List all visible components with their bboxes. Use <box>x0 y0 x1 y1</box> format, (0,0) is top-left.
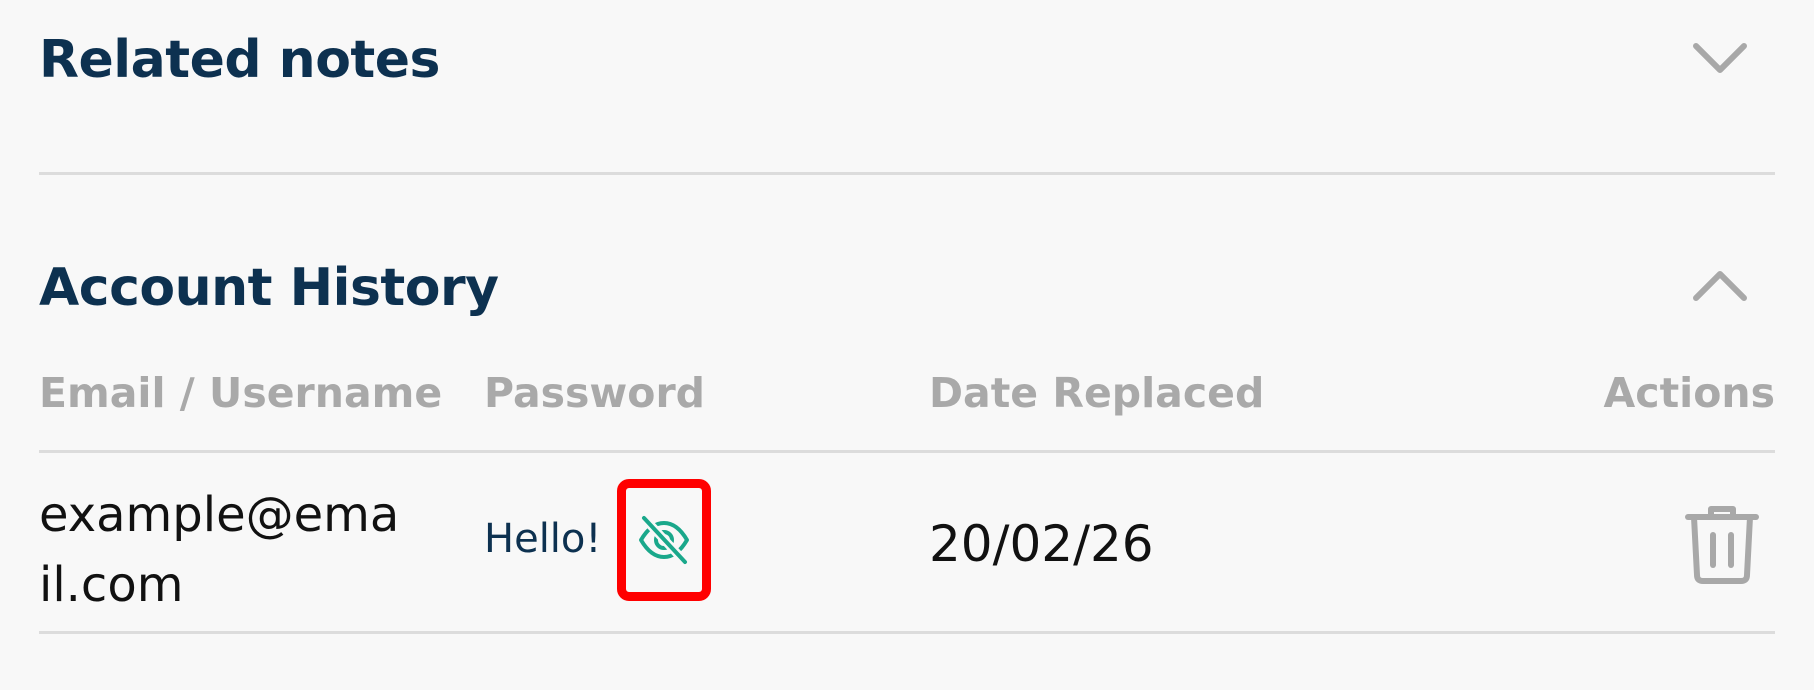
column-header-password: Password <box>484 369 706 417</box>
email-text-line1: example@ema <box>39 487 400 543</box>
trash-icon <box>1685 506 1759 584</box>
column-header-date-replaced: Date Replaced <box>929 369 1265 417</box>
table-header-divider <box>39 450 1775 453</box>
column-header-email: Email / Username <box>39 369 443 417</box>
related-notes-title: Related notes <box>39 30 441 90</box>
column-header-actions: Actions <box>1603 369 1775 417</box>
delete-button[interactable] <box>1684 503 1760 585</box>
chevron-down-icon[interactable] <box>1692 40 1748 76</box>
password-value: Hello! <box>484 516 602 562</box>
date-replaced-value: 20/02/26 <box>929 515 1154 573</box>
account-history-title: Account History <box>39 258 499 318</box>
email-text-line2: il.com <box>39 557 184 613</box>
table-row-divider <box>39 631 1775 634</box>
eye-off-icon <box>639 513 690 567</box>
email-cell: example@ema il.com <box>39 480 399 620</box>
chevron-up-icon[interactable] <box>1692 268 1748 304</box>
section-divider <box>39 172 1775 175</box>
toggle-password-visibility-button[interactable] <box>617 479 711 601</box>
